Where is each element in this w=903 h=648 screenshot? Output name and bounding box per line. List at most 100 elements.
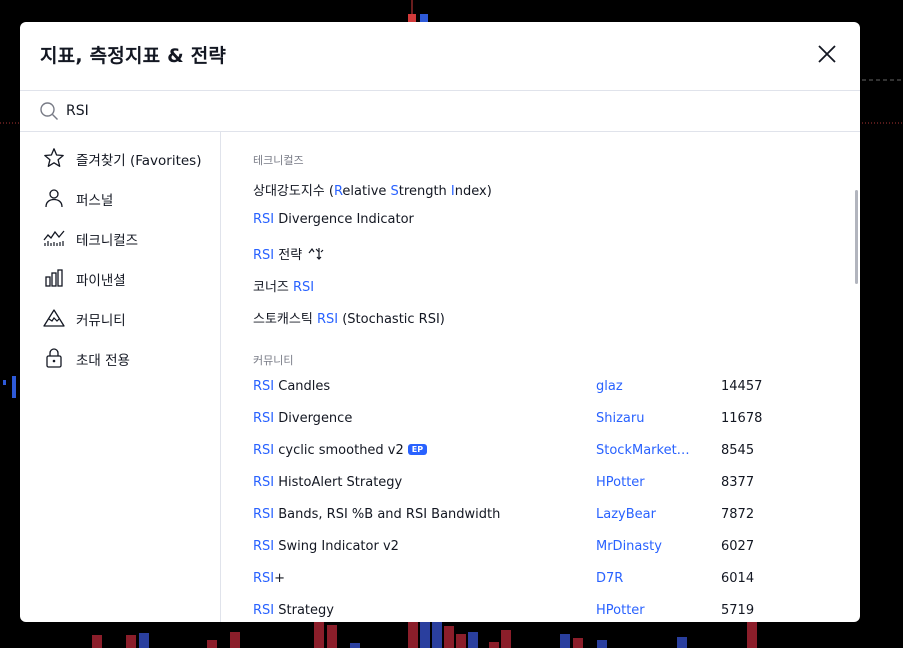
list-item[interactable]: RSI Swing Indicator v2 MrDinasty 6027 bbox=[221, 532, 849, 562]
list-item[interactable]: RSI cyclic smoothed v2EP StockMarketCycle… bbox=[221, 436, 849, 466]
author-link[interactable]: LazyBear bbox=[596, 507, 696, 522]
list-item[interactable]: RSI Divergence Shizaru 11678 bbox=[221, 404, 849, 434]
list-item[interactable]: RSI HistoAlert Strategy HPotter 8377 bbox=[221, 468, 849, 498]
list-item[interactable]: RSI+ D7R 6014 bbox=[221, 564, 849, 594]
indicator-name: RSI Candles bbox=[253, 379, 330, 394]
sidebar-item-community[interactable]: 커뮤니티 bbox=[20, 298, 220, 338]
mountain-icon bbox=[43, 309, 65, 327]
sidebar-item-label: 퍼스널 bbox=[76, 193, 114, 209]
indicator-name: RSI Divergence Indicator bbox=[253, 212, 414, 227]
name-part: 전략 bbox=[274, 248, 303, 263]
name-match-highlight: RSI bbox=[253, 379, 275, 394]
search-icon bbox=[40, 102, 58, 120]
sidebar-item-personal[interactable]: 퍼스널 bbox=[20, 178, 220, 218]
indicator-name: RSI Swing Indicator v2 bbox=[253, 539, 399, 554]
person-icon bbox=[45, 189, 63, 208]
name-part: trength bbox=[398, 184, 451, 199]
name-part: Divergence bbox=[274, 411, 353, 426]
lock-icon bbox=[46, 348, 62, 368]
name-part: + bbox=[274, 571, 286, 586]
name-match-highlight: RSI bbox=[253, 539, 275, 554]
indicator-name: 스토캐스틱 RSI (Stochastic RSI) bbox=[253, 308, 445, 327]
sidebar-item-label: 파이낸셜 bbox=[76, 273, 126, 289]
name-part: ndex) bbox=[454, 184, 492, 199]
likes-count: 6027 bbox=[721, 539, 755, 554]
indicators-dialog: 지표, 측정지표 & 전략 즐겨찾기 (Favorites) 퍼스널 bbox=[20, 22, 860, 622]
list-item[interactable]: 코너즈 RSI bbox=[221, 269, 849, 299]
sidebar-item-label: 테크니컬즈 bbox=[76, 233, 139, 249]
indicator-name: RSI 전략 bbox=[253, 244, 324, 263]
name-part: Strategy bbox=[274, 603, 334, 618]
likes-count: 5719 bbox=[721, 603, 755, 618]
name-part: Bands, RSI %B and RSI Bandwidth bbox=[274, 507, 501, 522]
name-match-highlight: RSI bbox=[253, 507, 275, 522]
sidebar-item-technicals[interactable]: 테크니컬즈 bbox=[20, 218, 220, 258]
name-part: HistoAlert Strategy bbox=[274, 475, 403, 490]
sidebar-item-label: 초대 전용 bbox=[76, 353, 130, 369]
dialog-title: 지표, 측정지표 & 전략 bbox=[40, 45, 227, 67]
indicator-name: 상대강도지수 (Relative Strength Index) bbox=[253, 180, 492, 199]
star-icon bbox=[44, 148, 64, 167]
sidebar-item-financials[interactable]: 파이낸셜 bbox=[20, 258, 220, 298]
indicator-name: RSI Bands, RSI %B and RSI Bandwidth bbox=[253, 507, 500, 522]
author-link[interactable]: D7R bbox=[596, 571, 696, 586]
indicator-name: RSI HistoAlert Strategy bbox=[253, 475, 402, 490]
name-match-highlight: RSI bbox=[293, 280, 315, 295]
name-part: Swing Indicator v2 bbox=[274, 539, 399, 554]
indicator-name: RSI Divergence bbox=[253, 411, 352, 426]
author-link[interactable]: glaz bbox=[596, 379, 696, 394]
name-match-highlight: RSI bbox=[253, 443, 275, 458]
name-match-highlight: RSI bbox=[253, 411, 275, 426]
sidebar-item-label: 즐겨찾기 (Favorites) bbox=[76, 153, 202, 169]
list-item[interactable]: RSI 전략 bbox=[221, 237, 849, 267]
scrollbar[interactable] bbox=[855, 190, 858, 284]
list-item[interactable]: 상대강도지수 (Relative Strength Index) bbox=[221, 173, 849, 203]
name-match-highlight: RSI bbox=[253, 475, 275, 490]
likes-count: 6014 bbox=[721, 571, 755, 586]
name-part: 스토캐스틱 bbox=[253, 312, 317, 327]
bar-chart-icon bbox=[45, 269, 63, 287]
list-item[interactable]: RSI Candles glaz 14457 bbox=[221, 372, 849, 402]
author-link[interactable]: MrDinasty bbox=[596, 539, 696, 554]
name-match-highlight: S bbox=[390, 184, 399, 199]
author-link[interactable]: HPotter bbox=[596, 475, 696, 490]
indicator-name: RSI+ bbox=[253, 571, 285, 586]
name-match-highlight: RSI bbox=[253, 248, 275, 263]
name-match-highlight: RSI bbox=[253, 212, 275, 227]
name-part: (Stochastic RSI) bbox=[338, 312, 445, 327]
likes-count: 14457 bbox=[721, 379, 763, 394]
name-match-highlight: RSI bbox=[253, 603, 275, 618]
results-panel: 테크니컬즈 상대강도지수 (Relative Strength Index) RS… bbox=[221, 132, 860, 622]
sidebar-item-label: 커뮤니티 bbox=[76, 313, 126, 329]
list-item[interactable]: 스토캐스틱 RSI (Stochastic RSI) bbox=[221, 301, 849, 331]
sidebar-item-invite-only[interactable]: 초대 전용 bbox=[20, 338, 220, 378]
author-link[interactable]: HPotter bbox=[596, 603, 696, 618]
section-title-community: 커뮤니티 bbox=[253, 354, 294, 367]
indicator-name: 코너즈 RSI bbox=[253, 276, 314, 295]
list-item[interactable]: RSI Strategy HPotter 5719 bbox=[221, 596, 849, 622]
indicator-name: RSI Strategy bbox=[253, 603, 334, 618]
name-part: 코너즈 bbox=[253, 280, 294, 295]
close-icon[interactable] bbox=[816, 43, 838, 65]
name-match-highlight: RSI bbox=[316, 312, 339, 327]
section-title-technicals: 테크니컬즈 bbox=[253, 154, 304, 167]
likes-count: 7872 bbox=[721, 507, 755, 522]
indicator-name: RSI cyclic smoothed v2 EP bbox=[253, 443, 428, 458]
name-match-highlight: RSI bbox=[253, 571, 275, 586]
dialog-header: 지표, 측정지표 & 전략 bbox=[20, 22, 860, 91]
sidebar-item-favorites[interactable]: 즐겨찾기 (Favorites) bbox=[20, 138, 220, 178]
search-bar bbox=[20, 91, 860, 132]
likes-count: 8377 bbox=[721, 475, 755, 490]
name-part: Candles bbox=[274, 379, 331, 394]
author-link[interactable]: Shizaru bbox=[596, 411, 696, 426]
name-part: 상대강도지수 ( bbox=[253, 184, 334, 199]
author-link[interactable]: StockMarketCycles bbox=[596, 443, 696, 458]
likes-count: 11678 bbox=[721, 411, 763, 426]
bottom-candles bbox=[92, 622, 757, 648]
name-part: Divergence Indicator bbox=[274, 212, 414, 227]
list-item[interactable]: RSI Bands, RSI %B and RSI Bandwidth LazyB… bbox=[221, 500, 849, 530]
chart-line-icon bbox=[43, 230, 65, 246]
search-input[interactable] bbox=[66, 99, 826, 123]
strategy-icon bbox=[308, 247, 324, 260]
list-item[interactable]: RSI Divergence Indicator bbox=[221, 205, 849, 235]
